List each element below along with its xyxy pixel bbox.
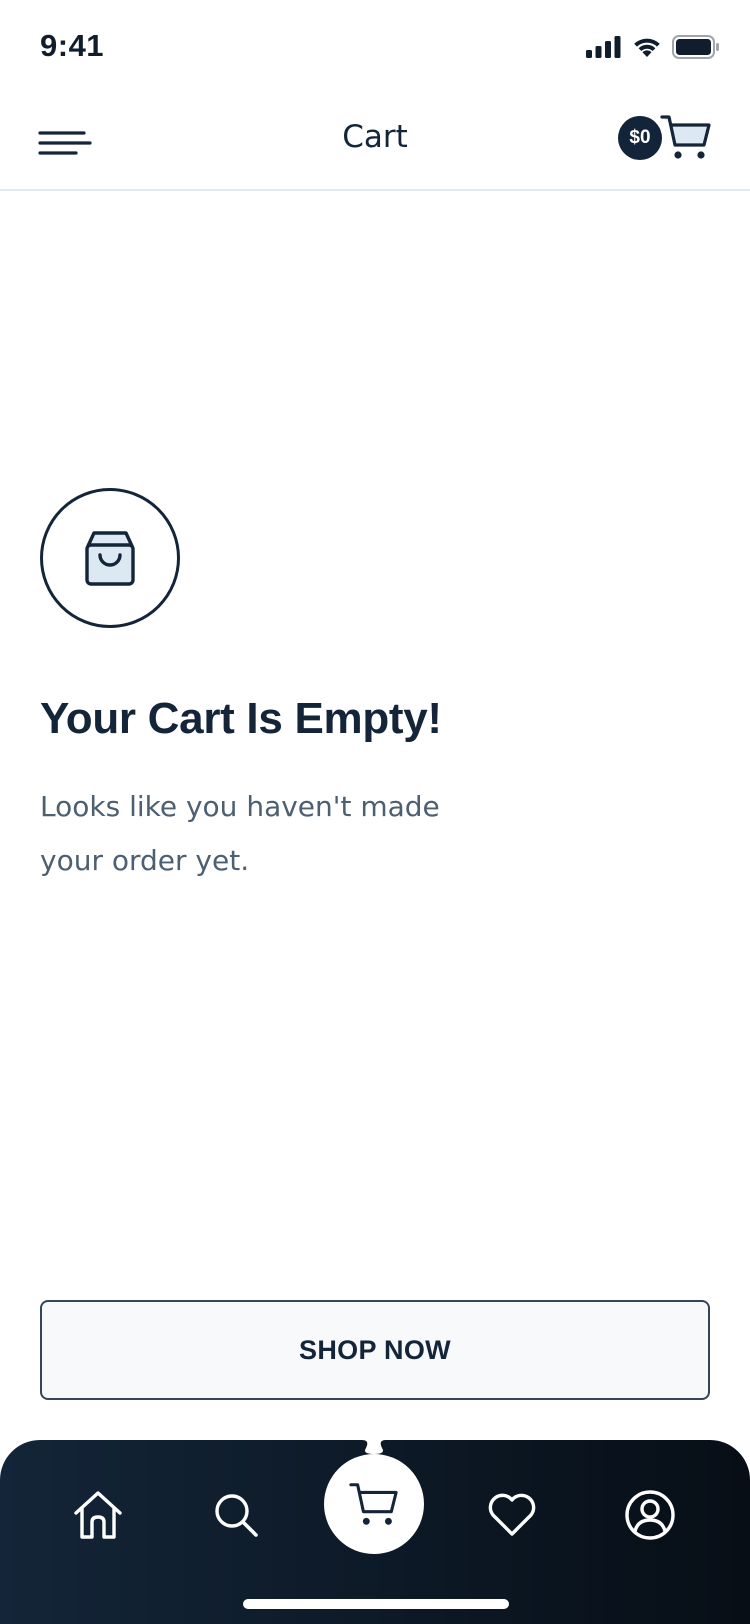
nav-search[interactable] [201, 1480, 271, 1550]
home-indicator[interactable] [243, 1599, 509, 1609]
shop-now-button[interactable]: SHOP NOW [40, 1300, 710, 1400]
empty-cart-illustration [40, 488, 180, 628]
empty-cart-subtitle-line2: your order yet. [40, 844, 250, 877]
search-icon [215, 1494, 258, 1537]
nav-favorites[interactable] [477, 1480, 547, 1550]
signal-icon [586, 36, 621, 58]
heart-icon [488, 1493, 536, 1536]
empty-cart-subtitle: Looks like you haven't made your order y… [40, 780, 480, 888]
wifi-icon [634, 38, 660, 57]
nav-cart[interactable] [324, 1454, 424, 1554]
profile-icon [625, 1490, 675, 1540]
shopping-bag-icon [85, 531, 135, 586]
nav-profile[interactable] [615, 1480, 685, 1550]
cart-icon [349, 1483, 398, 1525]
home-icon [74, 1491, 122, 1539]
cart-icon [660, 115, 711, 159]
bottom-nav [0, 1440, 750, 1624]
status-icons [586, 34, 720, 60]
nav-home[interactable] [63, 1480, 133, 1550]
status-time: 9:41 [40, 28, 105, 63]
battery-icon [672, 35, 719, 59]
empty-cart-subtitle-line1: Looks like you haven't made [40, 790, 440, 823]
empty-cart-title: Your Cart Is Empty! [40, 694, 442, 743]
app-header: Cart $0 [0, 95, 750, 191]
header-cart-button[interactable] [660, 111, 712, 163]
status-bar: 9:41 [0, 0, 750, 90]
cart-total-badge: $0 [618, 116, 662, 160]
